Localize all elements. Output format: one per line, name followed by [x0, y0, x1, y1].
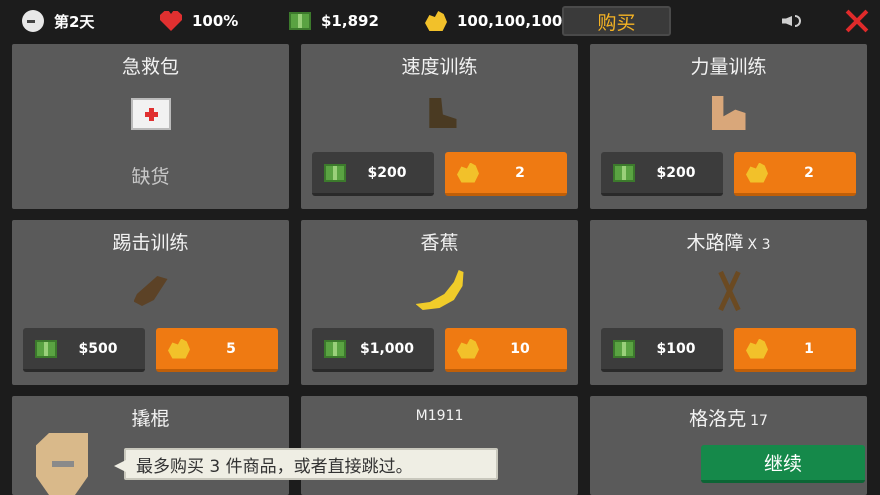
buy-with-cash-button[interactable]: $200 [601, 152, 723, 196]
boot-icon [416, 94, 464, 134]
health-display: 100% [160, 0, 238, 42]
buy-with-gold-button[interactable]: 2 [734, 152, 856, 196]
item-quantity: X 3 [747, 237, 771, 253]
gold-icon [746, 338, 768, 359]
gold-display: 100,100,100 [425, 0, 562, 42]
heart-icon [160, 11, 182, 31]
shopkeeper-avatar [36, 433, 88, 495]
hint-text: 最多购买 3 件商品，或者直接跳过。 [136, 456, 413, 477]
sound-icon[interactable] [782, 12, 804, 30]
item-title: 撬棍 [131, 408, 170, 430]
out-of-stock-label: 缺货 [131, 166, 170, 188]
top-hud: 第2天 100% $1,892 100,100,100 购买 [0, 0, 880, 42]
gold-icon [425, 11, 447, 31]
item-title: M1911 [415, 408, 464, 424]
cash-icon [289, 12, 311, 30]
item-title: 踢击训练 [112, 232, 189, 254]
buy-with-gold-button[interactable]: 2 [445, 152, 567, 196]
buy-with-cash-button[interactable]: $200 [312, 152, 434, 196]
buy-with-gold-button[interactable]: 5 [156, 328, 278, 372]
shop-item-kick-training: 踢击训练 $500 5 [12, 220, 289, 385]
health-value: 100% [192, 12, 239, 30]
buy-with-cash-button[interactable]: $500 [23, 328, 145, 372]
gold-value: 100,100,100 [457, 12, 563, 30]
kicking-leg-icon [127, 270, 175, 310]
shop-item-m1911: M1911 [301, 396, 578, 495]
cash-icon [613, 163, 635, 182]
item-title: 香蕉 [420, 232, 459, 254]
cash-icon [613, 339, 635, 358]
shop-item-speed-training: 速度训练 $200 2 [301, 44, 578, 209]
shop-item-first-aid-kit: 急救包 缺货 [12, 44, 289, 209]
flexed-arm-icon [705, 94, 753, 134]
banana-icon [415, 270, 464, 310]
cash-icon [324, 339, 346, 358]
item-title: 力量训练 [690, 56, 767, 78]
cash-icon [35, 339, 57, 358]
buy-with-gold-button[interactable]: 1 [734, 328, 856, 372]
wooden-barricade-icon [705, 270, 753, 312]
gold-icon [457, 338, 479, 359]
shop-item-wooden-barricade: 木路障 X 3 $100 1 [590, 220, 867, 385]
first-aid-kit-icon [127, 94, 175, 134]
continue-button[interactable]: 继续 [701, 445, 865, 483]
hint-speech-bubble: 最多购买 3 件商品，或者直接跳过。 [114, 448, 498, 480]
gold-icon [746, 162, 768, 183]
clock-icon [22, 10, 44, 32]
day-counter: 第2天 [22, 0, 94, 42]
item-title: 速度训练 [401, 56, 478, 78]
day-label: 第2天 [54, 12, 95, 31]
buy-gold-button[interactable]: 购买 [562, 6, 671, 36]
item-title: 木路障 X 3 [686, 232, 771, 254]
shop-item-strength-training: 力量训练 $200 2 [590, 44, 867, 209]
buy-with-gold-button[interactable]: 10 [445, 328, 567, 372]
buy-with-cash-button[interactable]: $1,000 [312, 328, 434, 372]
cash-icon [324, 163, 346, 182]
gold-icon [457, 162, 479, 183]
gold-icon [168, 338, 190, 359]
item-model-number: 17 [750, 413, 768, 429]
item-title: 格洛克 17 [689, 408, 768, 430]
cash-value: $1,892 [321, 12, 379, 30]
buy-with-cash-button[interactable]: $100 [601, 328, 723, 372]
close-icon[interactable] [845, 9, 869, 33]
cash-display: $1,892 [289, 0, 379, 42]
shop-item-banana: 香蕉 $1,000 10 [301, 220, 578, 385]
item-title: 急救包 [121, 56, 179, 78]
